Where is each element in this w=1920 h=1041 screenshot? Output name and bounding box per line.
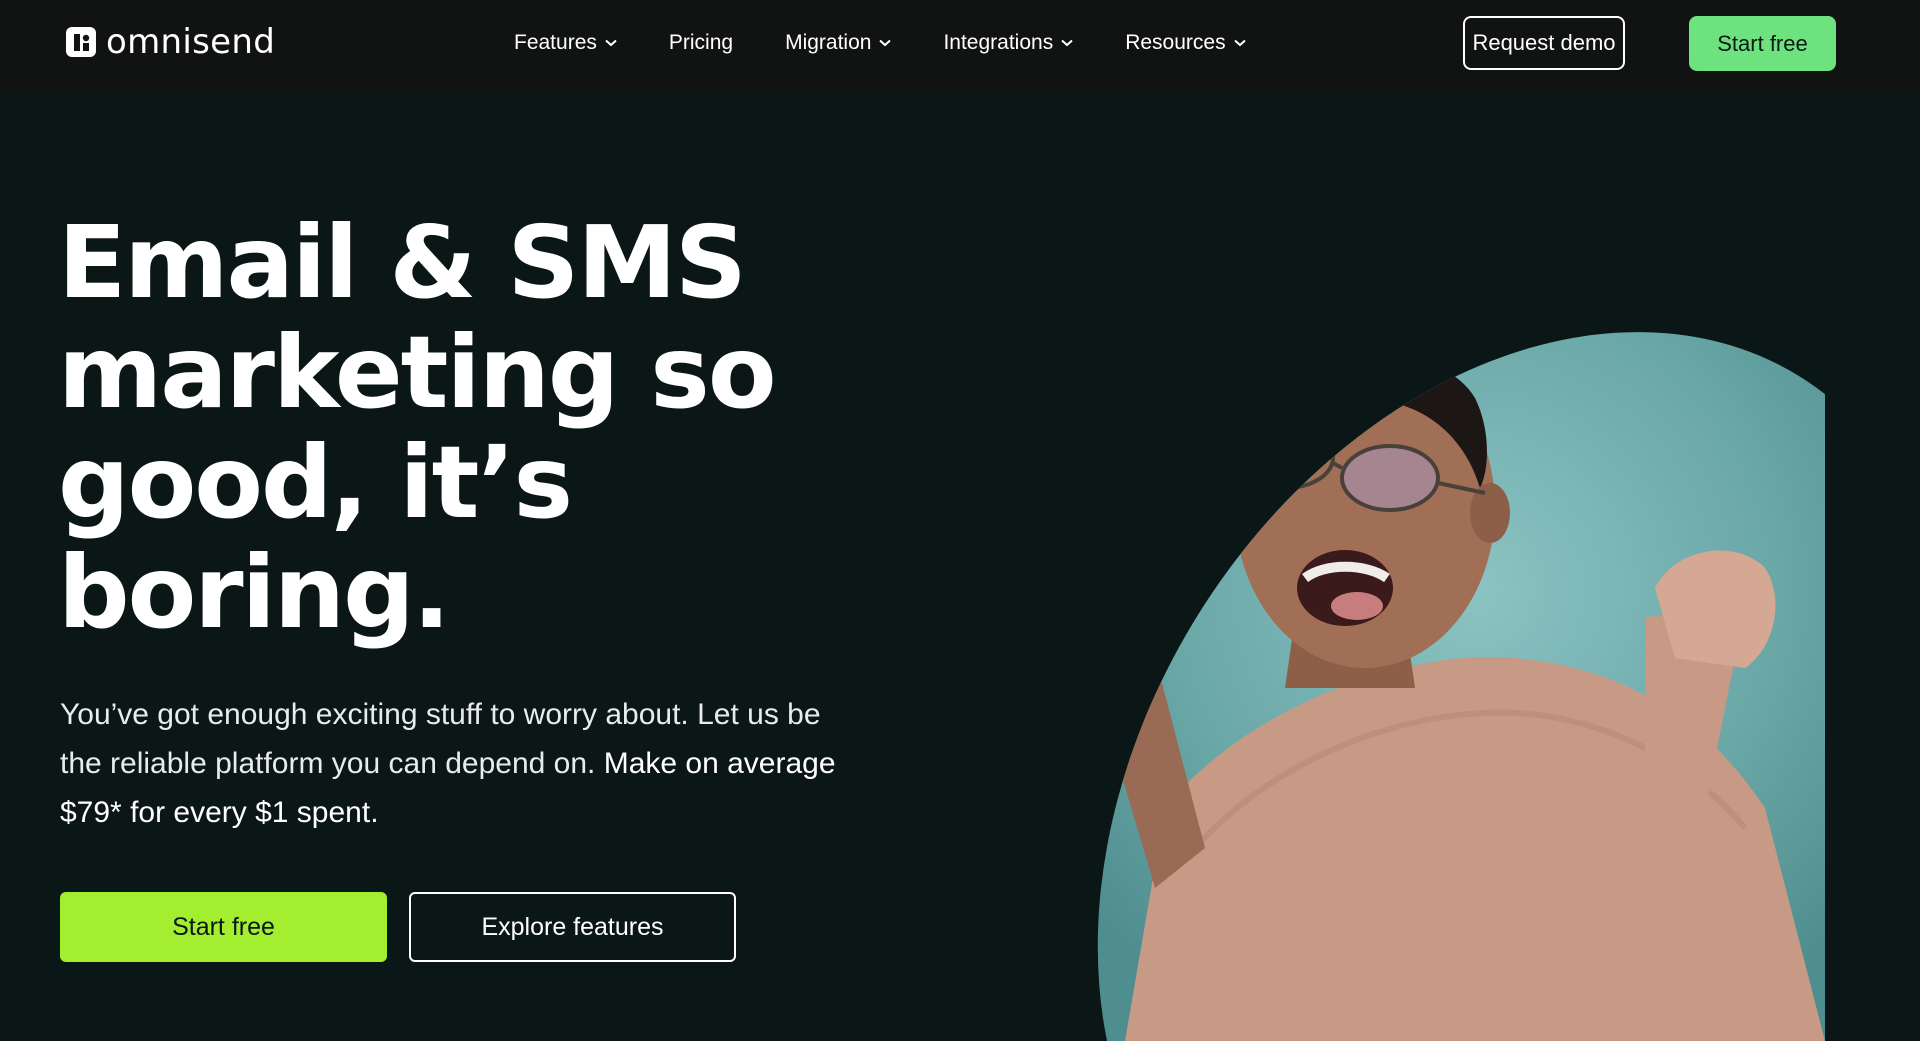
nav-item-label: Integrations [943,31,1054,54]
omnisend-logo[interactable]: omnisend [66,22,275,62]
headline-line: boring. [58,534,451,651]
chevron-down-icon [1061,39,1073,47]
start-free-button-header[interactable]: Start free [1689,16,1836,71]
top-navigation-bar: omnisend Features Pricing Migration Inte… [0,0,1920,92]
main-nav: Features Pricing Migration Integrations … [514,26,1246,60]
nav-item-resources[interactable]: Resources [1125,31,1246,55]
headline-line: Email & SMS [58,204,747,321]
nav-item-label: Resources [1125,31,1226,54]
headline-line: good, it’s [58,424,573,541]
hero-subtext: You’ve got enough exciting stuff to worr… [60,690,850,837]
omnisend-logo-icon [66,27,96,57]
hero-image-celebrating-man [1045,288,1825,1041]
nav-item-integrations[interactable]: Integrations [943,31,1073,55]
nav-item-features[interactable]: Features [514,31,617,55]
hero-headline: Email & SMS marketing so good, it’s bori… [58,208,858,648]
nav-item-label: Features [514,31,597,54]
explore-features-button[interactable]: Explore features [409,892,736,962]
request-demo-button[interactable]: Request demo [1463,16,1625,70]
chevron-down-icon [1233,39,1246,47]
logo-text: omnisend [106,22,276,62]
start-free-button-hero[interactable]: Start free [60,892,387,962]
nav-item-label: Migration [785,31,872,54]
nav-item-label: Pricing [668,31,734,54]
headline-line: marketing so [58,314,777,431]
chevron-down-icon [605,39,617,47]
chevron-down-icon [879,39,892,47]
nav-item-pricing[interactable]: Pricing [669,31,733,55]
nav-item-migration[interactable]: Migration [785,31,892,55]
